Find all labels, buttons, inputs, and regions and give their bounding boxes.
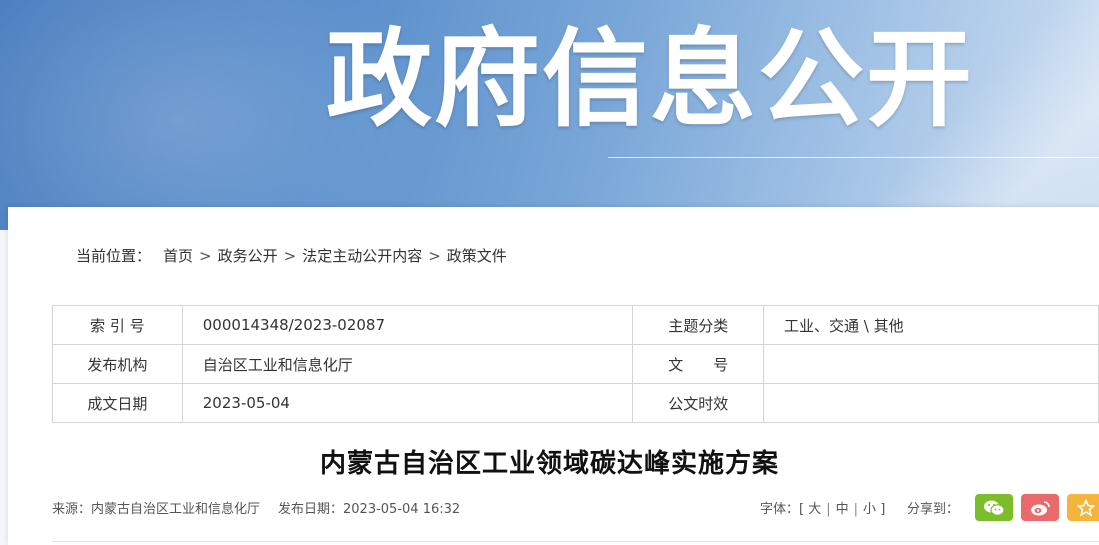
share-label: 分享到： — [907, 502, 960, 517]
topic-category-value: 工业、交通 \ 其他 — [763, 305, 1099, 345]
breadcrumb-prefix: 当前位置： — [76, 247, 152, 265]
header-banner: 政府信息公开 — [0, 0, 1099, 230]
font-size-medium-button[interactable]: 中 — [836, 502, 849, 517]
document-metadata-table: 索 引 号 000014348/2023-02087 主题分类 工业、交通 \ … — [52, 305, 1099, 423]
breadcrumb-link-statutory-disclosure[interactable]: 法定主动公开内容 — [302, 245, 422, 266]
table-row: 发布机构 自治区工业和信息化厅 文 号 — [52, 344, 1099, 384]
banner-title: 政府信息公开 — [326, 18, 974, 141]
article-source: 来源：内蒙古自治区工业和信息化厅 — [52, 502, 261, 517]
written-date-value: 2023-05-04 — [181, 383, 634, 423]
article-title: 内蒙古自治区工业领域碳达峰实施方案 — [319, 449, 779, 479]
written-date-label: 成文日期 — [52, 383, 183, 423]
validity-value — [763, 383, 1099, 423]
share-weibo-button[interactable] — [1021, 494, 1059, 521]
index-number-label: 索 引 号 — [52, 305, 183, 345]
issuing-agency-value: 自治区工业和信息化厅 — [181, 344, 634, 384]
share-favorite-button[interactable] — [1067, 494, 1099, 521]
breadcrumb-link-policy-docs[interactable]: 政策文件 — [447, 245, 507, 266]
font-size-control: 字体：[ 大 | 中 | 小 ] — [760, 502, 886, 517]
wechat-icon — [984, 500, 1005, 516]
breadcrumb-link-home[interactable]: 首页 — [163, 245, 193, 266]
font-size-close-bracket: ] — [880, 502, 886, 517]
font-size-large-button[interactable]: 大 — [808, 502, 821, 517]
table-row: 成文日期 2023-05-04 公文时效 — [52, 383, 1099, 423]
share-wechat-button[interactable] — [975, 494, 1013, 521]
issuing-agency-label: 发布机构 — [52, 344, 183, 384]
index-number-value: 000014348/2023-02087 — [181, 305, 634, 345]
document-number-label: 文 号 — [632, 344, 764, 384]
favorite-star-icon — [1077, 498, 1095, 517]
document-number-value — [763, 344, 1099, 384]
validity-label: 公文时效 — [632, 383, 764, 423]
weibo-icon — [1031, 500, 1050, 515]
font-size-label: 字体：[ — [760, 502, 805, 517]
breadcrumb-separator: > — [428, 247, 441, 265]
font-size-small-button[interactable]: 小 — [863, 502, 876, 517]
article-publish-date: 发布日期：2023-05-04 16:32 — [278, 502, 461, 517]
breadcrumb-link-gov-affairs[interactable]: 政务公开 — [218, 245, 278, 266]
table-row: 索 引 号 000014348/2023-02087 主题分类 工业、交通 \ … — [52, 305, 1099, 345]
article-source-info: 来源：内蒙古自治区工业和信息化厅 发布日期：2023-05-04 16:32 — [52, 498, 460, 517]
content-divider — [52, 541, 1099, 542]
breadcrumb-separator: > — [199, 247, 212, 265]
content-card: 当前位置： 首页 > 政务公开 > 法定主动公开内容 > 政策文件 索 引 号 0000143… — [8, 207, 1099, 545]
breadcrumb-separator: > — [283, 247, 297, 265]
topic-category-label: 主题分类 — [632, 305, 764, 345]
breadcrumb: 当前位置： 首页 > 政务公开 > 法定主动公开内容 > 政策文件 — [76, 245, 507, 266]
banner-divider-line — [608, 157, 1099, 158]
